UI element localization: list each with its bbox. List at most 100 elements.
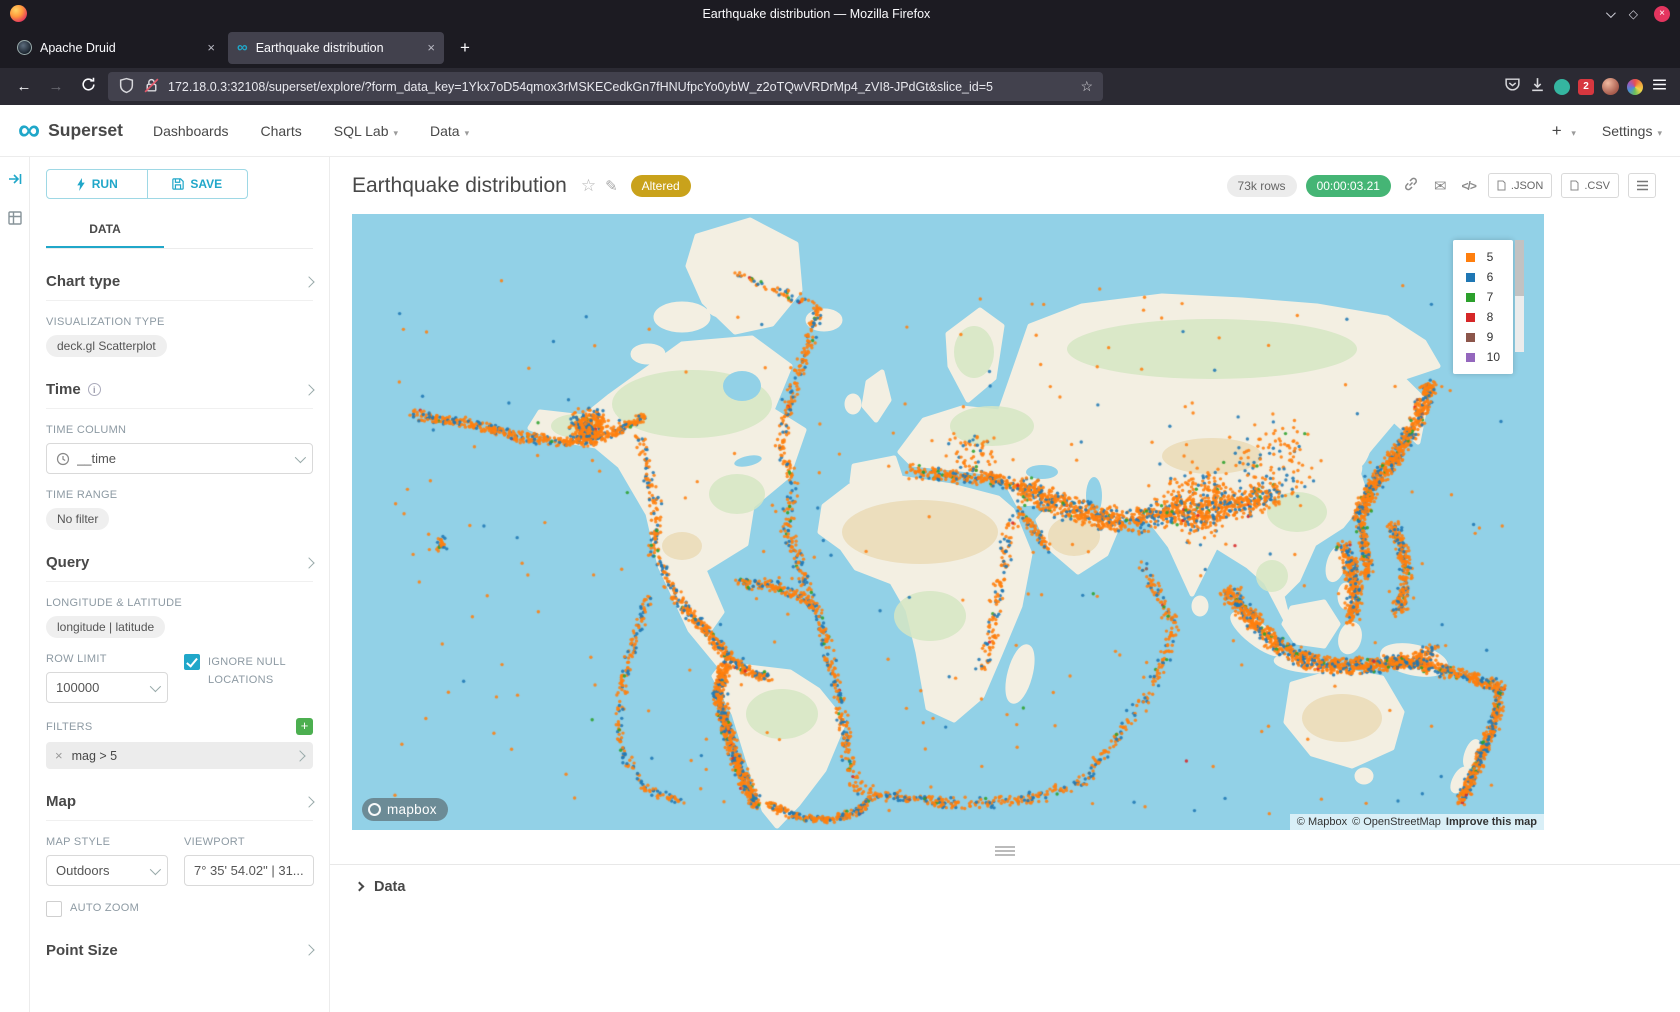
altered-badge[interactable]: Altered: [631, 175, 691, 197]
superset-favicon: ∞: [237, 40, 248, 55]
extension-icon-badge[interactable]: 2: [1578, 79, 1594, 95]
email-icon[interactable]: ✉: [1434, 177, 1447, 195]
back-button[interactable]: ←: [12, 78, 36, 95]
bolt-icon: [76, 178, 86, 191]
save-button[interactable]: SAVE: [147, 169, 249, 199]
panel-tabs: DATA: [46, 215, 313, 249]
hamburger-icon: [1636, 180, 1649, 191]
chart-menu-button[interactable]: [1628, 173, 1656, 198]
nav-sql-lab[interactable]: SQL Lab▾: [334, 123, 398, 139]
earthquake-points-canvas[interactable]: [352, 214, 1544, 830]
attribution-mapbox[interactable]: © Mapbox: [1297, 816, 1347, 828]
map-style-select[interactable]: Outdoors: [46, 855, 168, 886]
browser-tab-earthquake-distribution[interactable]: ∞ Earthquake distribution ×: [228, 32, 444, 64]
chevron-up-icon: [303, 796, 314, 807]
edit-title-icon[interactable]: ✎: [605, 177, 618, 195]
section-header-point-size[interactable]: Point Size: [46, 942, 313, 969]
filters-label: FILTERS: [46, 721, 93, 733]
legend-item[interactable]: 6: [1466, 270, 1500, 284]
settings-menu[interactable]: Settings▾: [1602, 123, 1662, 139]
ignore-null-checkbox[interactable]: [184, 654, 200, 670]
attribution-improve-link[interactable]: Improve this map: [1446, 816, 1537, 828]
chevron-up-icon: [303, 276, 314, 287]
superset-infinity-icon: ∞: [18, 118, 40, 143]
panel-resize-handle[interactable]: [995, 846, 1015, 856]
viewport-value-box[interactable]: 7° 35' 54.02" | 31...: [184, 855, 314, 886]
lon-lat-value[interactable]: longitude | latitude: [46, 616, 165, 638]
tab-data[interactable]: DATA: [46, 215, 164, 248]
legend-scrollbar-thumb[interactable]: [1515, 240, 1524, 296]
add-new-button[interactable]: + ▾: [1552, 121, 1576, 141]
legend-item[interactable]: 5: [1466, 250, 1500, 264]
pocket-icon[interactable]: [1504, 76, 1521, 98]
explore-control-panel: RUN SAVE DATA Chart type VISUALIZATION T…: [30, 157, 330, 1012]
insecure-lock-icon[interactable]: [143, 77, 160, 97]
chevron-down-icon: ▾: [1571, 128, 1576, 138]
superset-logo[interactable]: ∞ Superset: [18, 118, 123, 143]
reload-button[interactable]: [76, 76, 100, 97]
chevron-right-icon[interactable]: [294, 750, 305, 761]
time-range-value[interactable]: No filter: [46, 508, 109, 530]
viz-type-value[interactable]: deck.gl Scatterplot: [46, 335, 167, 357]
section-header-chart-type[interactable]: Chart type: [46, 273, 313, 300]
legend-label: 6: [1487, 270, 1494, 284]
legend-scrollbar[interactable]: [1515, 240, 1524, 352]
window-close-icon[interactable]: ×: [1654, 6, 1670, 22]
deckgl-map[interactable]: 5678910 mapbox © Mapbox © OpenStreetMap …: [352, 214, 1544, 830]
expand-panel-icon[interactable]: [7, 171, 23, 192]
file-icon: [1570, 180, 1579, 191]
auto-zoom-checkbox[interactable]: [46, 901, 62, 917]
time-column-select[interactable]: __time: [46, 443, 313, 474]
row-limit-select[interactable]: 100000: [46, 672, 168, 703]
add-filter-button[interactable]: +: [296, 718, 313, 735]
legend-swatch: [1466, 273, 1475, 282]
bookmark-star-icon[interactable]: ☆: [1080, 78, 1093, 95]
favorite-star-icon[interactable]: ☆: [581, 176, 596, 196]
filter-chip[interactable]: × mag > 5: [46, 742, 313, 769]
export-csv-button[interactable]: .CSV: [1561, 173, 1619, 198]
window-minimize-icon[interactable]: [1606, 8, 1613, 20]
main-nav: Dashboards Charts SQL Lab▾ Data▾: [153, 123, 469, 139]
tab-close-icon[interactable]: ×: [207, 40, 215, 55]
mapbox-logo[interactable]: mapbox: [362, 798, 448, 821]
tracking-shield-icon[interactable]: [118, 77, 135, 97]
viz-type-label: VISUALIZATION TYPE: [46, 316, 313, 328]
nav-data[interactable]: Data▾: [430, 123, 469, 139]
data-panel-toggle[interactable]: Data: [330, 865, 1680, 895]
apache-druid-favicon: [17, 40, 32, 55]
legend-item[interactable]: 10: [1466, 350, 1500, 364]
remove-filter-icon[interactable]: ×: [55, 748, 63, 763]
profile-avatar[interactable]: [1602, 78, 1619, 95]
legend-item[interactable]: 8: [1466, 310, 1500, 324]
legend-item[interactable]: 7: [1466, 290, 1500, 304]
export-json-button[interactable]: .JSON: [1488, 173, 1552, 198]
chevron-down-icon: [295, 451, 306, 462]
nav-dashboards[interactable]: Dashboards: [153, 123, 229, 139]
legend-swatch: [1466, 293, 1475, 302]
downloads-icon[interactable]: [1529, 76, 1546, 98]
menu-icon[interactable]: [1651, 76, 1668, 98]
embed-code-icon[interactable]: </>: [1462, 179, 1476, 193]
dataset-grid-icon[interactable]: [7, 210, 23, 231]
legend-item[interactable]: 9: [1466, 330, 1500, 344]
share-link-icon[interactable]: [1403, 176, 1419, 196]
new-tab-button[interactable]: +: [452, 38, 478, 58]
tab-close-icon[interactable]: ×: [427, 40, 435, 55]
browser-tab-apache-druid[interactable]: Apache Druid ×: [8, 32, 224, 64]
attribution-openstreetmap[interactable]: © OpenStreetMap: [1352, 816, 1441, 828]
nav-charts[interactable]: Charts: [261, 123, 302, 139]
chart-area: Earthquake distribution ☆ ✎ Altered 73k …: [330, 157, 1680, 1012]
section-header-map[interactable]: Map: [46, 793, 313, 820]
section-header-query[interactable]: Query: [46, 554, 313, 581]
window-maximize-icon[interactable]: ◇: [1629, 8, 1638, 20]
clock-icon: [56, 452, 70, 466]
forward-button[interactable]: →: [44, 78, 68, 95]
section-header-time[interactable]: Time i: [46, 381, 313, 408]
map-style-value: Outdoors: [56, 863, 143, 878]
url-bar[interactable]: 172.18.0.3:32108/superset/explore/?form_…: [108, 72, 1103, 101]
extension-icon-green[interactable]: [1554, 79, 1570, 95]
legend-swatch: [1466, 313, 1475, 322]
firefox-logo-icon: [10, 5, 27, 22]
extension-icon-colorful[interactable]: [1627, 79, 1643, 95]
run-button[interactable]: RUN: [46, 169, 148, 199]
